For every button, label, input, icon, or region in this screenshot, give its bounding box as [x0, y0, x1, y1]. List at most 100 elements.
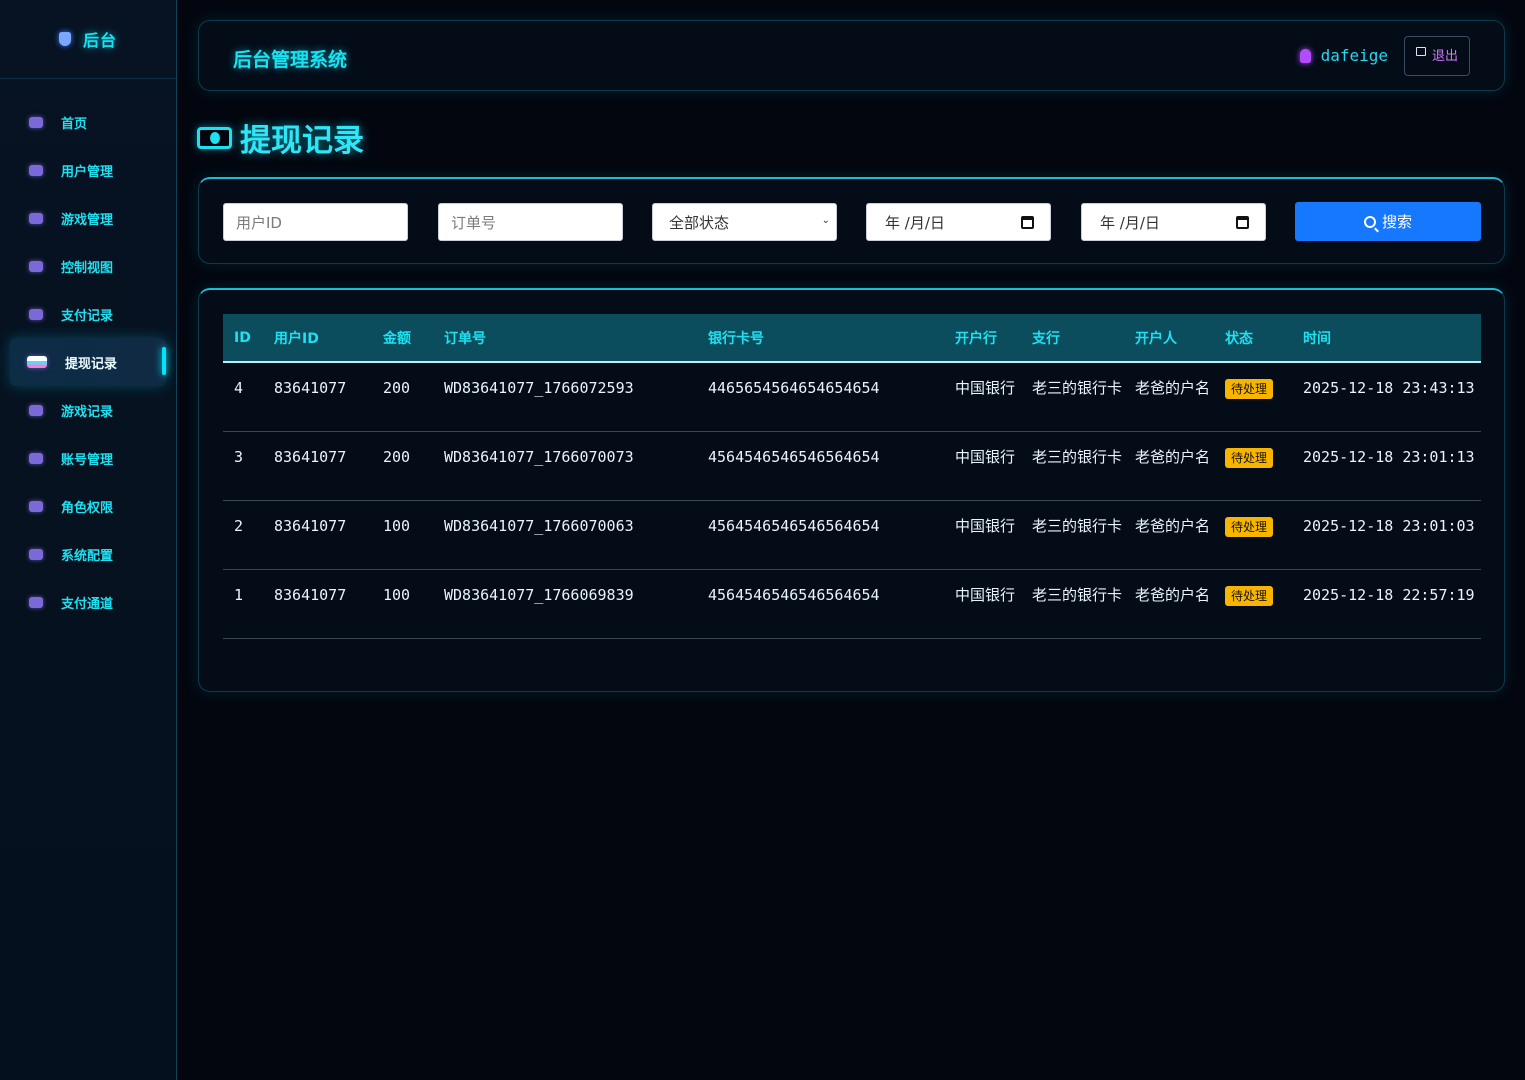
sidebar-item-users[interactable]: 用户管理	[0, 146, 176, 194]
table-row[interactable]: 4 83641077 200 WD83641077_1766072593 446…	[223, 362, 1481, 431]
sidebar-item-settings[interactable]: 系统配置	[0, 530, 176, 578]
cell-user-id: 83641077	[274, 516, 347, 535]
column-header[interactable]: 银行卡号	[697, 314, 944, 362]
table-row[interactable]: 1 83641077 100 WD83641077_1766069839 456…	[223, 569, 1481, 638]
sidebar-item-label: 游戏管理	[61, 212, 114, 228]
status-badge: 待处理	[1225, 447, 1274, 468]
cell-user-id: 83641077	[274, 379, 347, 397]
status-badge: 待处理	[1225, 516, 1274, 537]
cell-branch: 老三的银行卡	[1032, 379, 1123, 397]
sidebar-item-label: 账号管理	[61, 452, 114, 468]
home-icon	[29, 116, 43, 128]
calendar-icon[interactable]	[1021, 216, 1034, 229]
cell-order-no: WD83641077_1766072593	[444, 379, 634, 397]
column-header[interactable]: 开户行	[944, 314, 1021, 362]
sidebar-item-roles[interactable]: 角色权限	[0, 482, 176, 530]
order-number-input[interactable]: 订单号	[438, 203, 623, 241]
column-header[interactable]: 订单号	[433, 314, 697, 362]
logout-button[interactable]: 退出	[1404, 36, 1470, 76]
brand-label: 后台	[82, 31, 117, 50]
cell-branch: 老三的银行卡	[1032, 516, 1123, 535]
page-title-text: 提现记录	[240, 123, 364, 159]
column-header[interactable]: 用户ID	[263, 314, 372, 362]
cell-amount: 200	[383, 447, 411, 466]
top-header: 后台管理系统 dafeige 退出	[198, 20, 1505, 91]
cell-time: 2025-12-18 23:01:03	[1303, 516, 1475, 535]
cell-id: 4	[234, 379, 244, 397]
cell-time: 2025-12-18 23:43:13	[1303, 379, 1475, 397]
column-header[interactable]: 状态	[1214, 314, 1292, 362]
status-badge: 待处理	[1225, 585, 1274, 606]
cell-bank: 中国银行	[955, 585, 1016, 604]
withdraw-table-card: ID 用户ID 金额 订单号 银行卡号 开户行 支行 开户人 状态 时间 4 8…	[198, 288, 1505, 692]
sidebar-item-game-records[interactable]: 游戏记录	[0, 386, 176, 434]
cell-status: 待处理	[1214, 569, 1292, 638]
channel-icon	[29, 596, 43, 608]
list-icon	[29, 404, 43, 416]
gamepad-icon	[29, 212, 43, 224]
table-row[interactable]: 3 83641077 200 WD83641077_1766070073 456…	[223, 431, 1481, 500]
cell-order-no: WD83641077_1766070073	[444, 447, 634, 466]
cell-holder: 老爸的户名	[1135, 379, 1211, 397]
cell-amount: 200	[383, 379, 411, 397]
current-user: dafeige	[1299, 46, 1388, 65]
user-icon	[1299, 48, 1311, 63]
table-header-row: ID 用户ID 金额 订单号 银行卡号 开户行 支行 开户人 状态 时间	[223, 314, 1481, 362]
sidebar-item-label: 游戏记录	[61, 404, 114, 420]
sidebar-item-withdraw-records[interactable]: 提现记录	[10, 338, 166, 386]
end-date-input[interactable]: 年 /月/日	[1081, 203, 1266, 241]
cell-status: 待处理	[1214, 500, 1292, 569]
page-title: 提现记录	[197, 115, 364, 160]
sidebar: 后台 首页 用户管理 游戏管理 控制视图 支付记录 提现记录 游戏记录 账号管理…	[0, 0, 177, 1080]
column-header[interactable]: 时间	[1292, 314, 1481, 362]
sidebar-item-label: 首页	[61, 116, 88, 132]
start-date-input[interactable]: 年 /月/日	[866, 203, 1051, 241]
cell-user-id: 83641077	[274, 447, 347, 466]
cell-bank: 中国银行	[955, 447, 1016, 466]
cell-card-no: 4465654564654654654	[708, 379, 880, 397]
sidebar-item-control-view[interactable]: 控制视图	[0, 242, 176, 290]
users-icon	[29, 164, 43, 176]
cell-branch: 老三的银行卡	[1032, 585, 1123, 604]
sidebar-item-games[interactable]: 游戏管理	[0, 194, 176, 242]
column-header[interactable]: 支行	[1021, 314, 1124, 362]
status-badge: 待处理	[1225, 379, 1274, 399]
column-header[interactable]: ID	[223, 314, 263, 362]
search-icon	[1363, 215, 1376, 228]
sidebar-nav: 首页 用户管理 游戏管理 控制视图 支付记录 提现记录 游戏记录 账号管理 角色…	[0, 79, 176, 626]
column-header[interactable]: 金额	[372, 314, 433, 362]
gear-icon	[29, 548, 43, 560]
sidebar-item-label: 系统配置	[61, 548, 114, 564]
cell-status: 待处理	[1214, 362, 1292, 431]
sidebar-item-label: 用户管理	[61, 164, 114, 180]
sidebar-item-label: 支付记录	[61, 308, 114, 324]
withdraw-icon	[27, 356, 47, 368]
cell-holder: 老爸的户名	[1135, 447, 1211, 466]
brand: 后台	[0, 0, 176, 79]
column-header[interactable]: 开户人	[1124, 314, 1214, 362]
sidebar-item-payment-channels[interactable]: 支付通道	[0, 578, 176, 626]
sidebar-item-accounts[interactable]: 账号管理	[0, 434, 176, 482]
cell-id: 1	[234, 585, 244, 604]
shield-icon	[58, 32, 71, 46]
sidebar-item-label: 提现记录	[65, 356, 118, 372]
logout-icon	[1415, 47, 1426, 56]
cell-card-no: 4564546546546564654	[708, 516, 880, 535]
cell-time: 2025-12-18 22:57:19	[1303, 585, 1475, 604]
sidebar-item-payment-records[interactable]: 支付记录	[0, 290, 176, 338]
sidebar-item-label: 支付通道	[61, 596, 114, 612]
status-select[interactable]: 全部状态 ⌄	[652, 203, 837, 241]
logout-label: 退出	[1431, 49, 1458, 64]
user-id-input[interactable]: 用户ID	[223, 203, 408, 241]
sidebar-item-home[interactable]: 首页	[0, 98, 176, 146]
table-row[interactable]: 2 83641077 100 WD83641077_1766070063 456…	[223, 500, 1481, 569]
cell-holder: 老爸的户名	[1135, 585, 1211, 604]
shield-icon	[29, 500, 43, 512]
app-title: 后台管理系统	[233, 49, 348, 71]
user-icon	[29, 452, 43, 464]
calendar-icon[interactable]	[1236, 216, 1249, 229]
sidebar-item-label: 角色权限	[61, 500, 114, 516]
sidebar-item-label: 控制视图	[61, 260, 114, 276]
search-button[interactable]: 搜索	[1295, 202, 1481, 241]
withdraw-table: ID 用户ID 金额 订单号 银行卡号 开户行 支行 开户人 状态 时间 4 8…	[223, 314, 1481, 639]
